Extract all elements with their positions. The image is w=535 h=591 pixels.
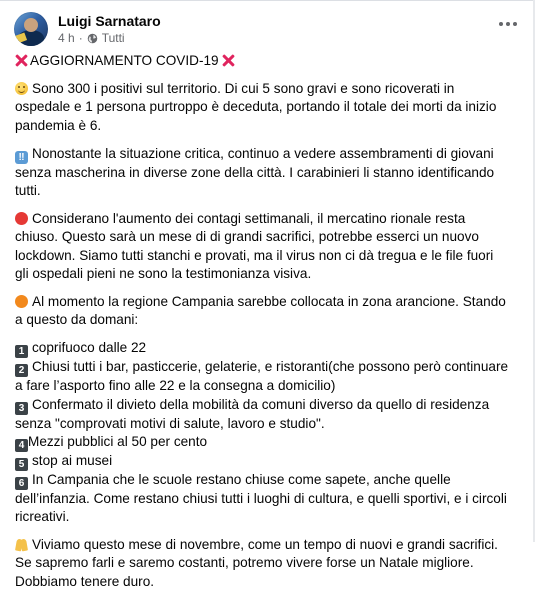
- text-line: Dobbiamo tenere duro.: [15, 573, 155, 589]
- list-item: a fare l’asporto fino alle 22 e la conse…: [15, 378, 336, 394]
- orange-circle-icon: [15, 295, 28, 309]
- post-title-line: AGGIORNAMENTO COVID-19: [15, 52, 520, 70]
- list-item: dell’infanzia. Come restano chiusi tutti…: [15, 490, 507, 506]
- globe-icon[interactable]: [87, 33, 98, 44]
- separator: ·: [78, 31, 83, 45]
- list-item: Mezzi pubblici al 50 per cento: [28, 433, 208, 449]
- keycap-3-icon: 3: [15, 401, 28, 415]
- keycap-2-icon: 2: [15, 364, 28, 378]
- list-item: In Campania che le scuole restano chiuse…: [32, 471, 451, 487]
- text-line: tutti.: [15, 183, 41, 199]
- red-circle-icon: [15, 212, 28, 226]
- grinning-face-icon: [15, 82, 28, 96]
- text-line: Considerano l'aumento dei contagi settim…: [32, 211, 466, 227]
- double-exclamation-icon: ‼: [15, 150, 28, 164]
- keycap-5-icon: 5: [15, 457, 28, 471]
- paragraph-5: Viviamo questo mese di novembre, come un…: [15, 536, 520, 591]
- paragraph-1: Sono 300 i positivi sul territorio. Di c…: [15, 80, 520, 135]
- list-item: Chiusi tutti i bar, pasticcerie, gelater…: [32, 359, 509, 375]
- text-line: a questo da domani:: [15, 312, 139, 328]
- text-line: Nonostante la situazione critica, contin…: [32, 145, 494, 161]
- post-subline: 4 h · Tutti: [58, 31, 161, 45]
- measures-list: 1 coprifuoco dalle 22 2 Chiusi tutti i bar…: [15, 339, 520, 526]
- post-header: Luigi Sarnataro 4 h · Tutti: [14, 12, 161, 48]
- text-line: lockdown. Siamo tutti stanchi e provati,…: [15, 247, 494, 263]
- list-item: ricreativi.: [15, 509, 70, 525]
- post-time[interactable]: 4 h: [58, 31, 75, 45]
- text-line: chiuso. Questo sarà un mese di di grandi…: [15, 229, 479, 245]
- post-meta: Luigi Sarnataro 4 h · Tutti: [58, 12, 161, 45]
- audience-label: Tutti: [101, 31, 125, 45]
- text-line: Viviamo questo mese di novembre, come un…: [32, 537, 498, 553]
- red-x-icon: [222, 54, 234, 66]
- keycap-6-icon: 6: [15, 476, 28, 490]
- avatar[interactable]: [14, 12, 48, 46]
- more-options-icon[interactable]: [493, 14, 523, 34]
- list-item: senza "comprovati motivi di salute, lavo…: [15, 415, 325, 431]
- text-line: Sono 300 i positivi sul territorio. Di c…: [32, 81, 455, 97]
- author-name[interactable]: Luigi Sarnataro: [58, 13, 161, 29]
- keycap-1-icon: 1: [15, 345, 28, 359]
- text-line: gli ospedali pieni ne sono la testimonia…: [15, 265, 312, 281]
- post-body: AGGIORNAMENTO COVID-19 Sono 300 i positi…: [15, 52, 520, 591]
- paragraph-4: Al momento la regione Campania sarebbe c…: [15, 293, 520, 329]
- paragraph-3: Considerano l'aumento dei contagi settim…: [15, 210, 520, 283]
- text-line: Se sapremo farli e saremo costanti, potr…: [15, 555, 474, 571]
- paragraph-2: ‼ Nonostante la situazione critica, conti…: [15, 145, 520, 200]
- text-line: pandemia è 6.: [15, 117, 102, 133]
- list-item: stop ai musei: [32, 452, 113, 468]
- red-x-icon: [15, 54, 27, 66]
- folded-hands-icon: [15, 538, 28, 551]
- text-line: Al momento la regione Campania sarebbe c…: [32, 294, 506, 310]
- facebook-post: Luigi Sarnataro 4 h · Tutti AGGIORNAMENT…: [0, 0, 535, 589]
- list-item: Confermato il divieto della mobilità da …: [32, 396, 490, 412]
- keycap-4-icon: 4: [15, 438, 28, 452]
- divider: [0, 0, 535, 1]
- text-line: ospedale e 1 persona purtroppo è decedut…: [15, 99, 497, 115]
- text-line: senza mascherina in diverse zone della c…: [15, 164, 495, 180]
- post-title: AGGIORNAMENTO COVID-19: [30, 53, 219, 68]
- list-item: coprifuoco dalle 22: [32, 340, 147, 356]
